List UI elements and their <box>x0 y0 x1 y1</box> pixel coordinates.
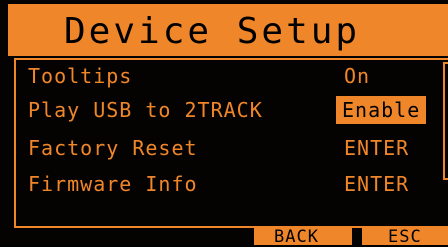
esc-button[interactable]: ESC <box>362 228 448 247</box>
menu-item-play-usb-value[interactable]: Enable <box>336 96 427 124</box>
menu-item-play-usb-label[interactable]: Play USB to 2TRACK <box>28 96 263 124</box>
scrollbar[interactable] <box>443 62 448 180</box>
menu-item-factory-reset-label[interactable]: Factory Reset <box>28 134 198 162</box>
back-button[interactable]: BACK <box>254 228 352 247</box>
menu-item-tooltips-value[interactable]: On <box>344 62 370 90</box>
menu-item-firmware-info-label[interactable]: Firmware Info <box>28 170 198 198</box>
menu-item-firmware-info-value[interactable]: ENTER <box>344 170 409 198</box>
title-bar: Device Setup <box>8 4 448 56</box>
page-title: Device Setup <box>64 11 361 52</box>
menu-item-tooltips-label[interactable]: Tooltips <box>28 62 132 90</box>
device-setup-screen: Device Setup Tooltips On Play USB to 2TR… <box>0 0 448 247</box>
menu-item-factory-reset-value[interactable]: ENTER <box>344 134 409 162</box>
